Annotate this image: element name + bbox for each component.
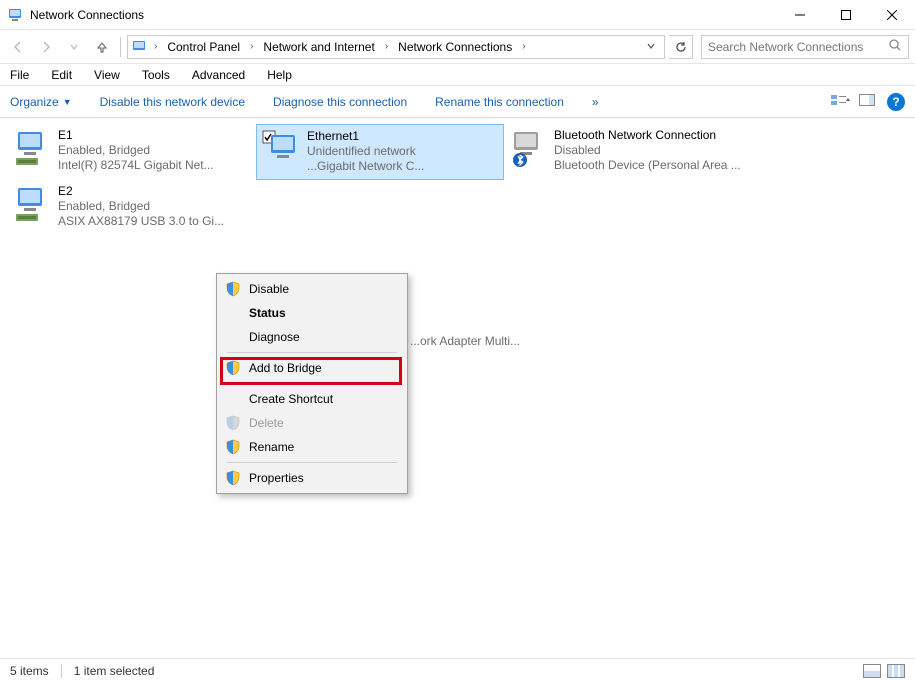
up-button[interactable] xyxy=(90,35,114,59)
window-title: Network Connections xyxy=(30,8,777,22)
close-button[interactable] xyxy=(869,0,915,30)
separator xyxy=(227,383,397,384)
search-placeholder: Search Network Connections xyxy=(708,40,863,54)
shield-icon xyxy=(225,415,241,431)
shield-icon xyxy=(225,281,241,297)
connection-device: ASIX AX88179 USB 3.0 to Gi... xyxy=(58,214,224,229)
chevron-right-icon: › xyxy=(246,41,257,52)
ctx-rename[interactable]: Rename xyxy=(219,435,405,459)
window-controls xyxy=(777,0,915,30)
recent-dropdown[interactable] xyxy=(62,35,86,59)
connection-status: Unidentified network xyxy=(307,144,424,159)
search-icon xyxy=(888,38,902,55)
chevron-right-icon: › xyxy=(381,41,392,52)
menu-edit[interactable]: Edit xyxy=(47,66,76,84)
toolbar: Organize▼ Disable this network device Di… xyxy=(0,86,915,118)
refresh-button[interactable] xyxy=(669,35,693,59)
chevron-right-icon: › xyxy=(518,41,529,52)
address-bar[interactable]: › Control Panel › Network and Internet ›… xyxy=(127,35,665,59)
shield-icon xyxy=(225,439,241,455)
connection-device: Intel(R) 82574L Gigabit Net... xyxy=(58,158,214,173)
menu-file[interactable]: File xyxy=(6,66,33,84)
maximize-button[interactable] xyxy=(823,0,869,30)
selection-count: 1 item selected xyxy=(74,664,155,678)
overflow-button[interactable]: » xyxy=(592,95,599,109)
connection-device: ...Gigabit Network C... xyxy=(307,159,424,174)
location-icon xyxy=(132,39,148,55)
network-adapter-icon xyxy=(12,128,52,168)
connection-item[interactable]: E1 Enabled, Bridged Intel(R) 82574L Giga… xyxy=(8,124,256,180)
connection-name: Ethernet1 xyxy=(307,129,424,144)
app-icon xyxy=(8,7,24,23)
nav-bar: › Control Panel › Network and Internet ›… xyxy=(0,30,915,64)
connection-device-fragment: ...ork Adapter Multi... xyxy=(410,334,520,348)
menu-advanced[interactable]: Advanced xyxy=(188,66,249,84)
ctx-status[interactable]: Status xyxy=(219,301,405,325)
menu-view[interactable]: View xyxy=(90,66,124,84)
connection-status: Enabled, Bridged xyxy=(58,143,214,158)
large-icons-view-icon[interactable] xyxy=(887,664,905,678)
connection-item[interactable]: Bluetooth Network Connection Disabled Bl… xyxy=(504,124,752,180)
help-icon[interactable]: ? xyxy=(887,93,905,111)
minimize-button[interactable] xyxy=(777,0,823,30)
disable-device-button[interactable]: Disable this network device xyxy=(100,95,245,109)
connection-name: E1 xyxy=(58,128,214,143)
menu-bar: File Edit View Tools Advanced Help xyxy=(0,64,915,86)
ctx-diagnose[interactable]: Diagnose xyxy=(219,325,405,349)
search-input[interactable]: Search Network Connections xyxy=(701,35,909,59)
forward-button[interactable] xyxy=(34,35,58,59)
item-count: 5 items xyxy=(10,664,49,678)
ctx-disable[interactable]: Disable xyxy=(219,277,405,301)
ctx-add-to-bridge[interactable]: Add to Bridge xyxy=(219,356,405,380)
menu-tools[interactable]: Tools xyxy=(138,66,174,84)
rename-button[interactable]: Rename this connection xyxy=(435,95,564,109)
connection-device: Bluetooth Device (Personal Area ... xyxy=(554,158,741,173)
status-bar: 5 items 1 item selected xyxy=(0,658,915,682)
content-area: E1 Enabled, Bridged Intel(R) 82574L Giga… xyxy=(0,118,915,658)
breadcrumb-item[interactable]: Control Panel xyxy=(163,40,244,54)
title-bar: Network Connections xyxy=(0,0,915,30)
connection-item[interactable]: E2 Enabled, Bridged ASIX AX88179 USB 3.0… xyxy=(8,180,256,236)
breadcrumb-item[interactable]: Network and Internet xyxy=(259,40,378,54)
connection-status: Disabled xyxy=(554,143,741,158)
preview-pane-icon[interactable] xyxy=(859,94,875,110)
address-dropdown[interactable] xyxy=(642,40,660,54)
menu-help[interactable]: Help xyxy=(263,66,296,84)
ctx-delete: Delete xyxy=(219,411,405,435)
ctx-create-shortcut[interactable]: Create Shortcut xyxy=(219,387,405,411)
ctx-properties[interactable]: Properties xyxy=(219,466,405,490)
context-menu: Disable Status Diagnose Add to Bridge Cr… xyxy=(216,273,408,494)
view-options-icon[interactable] xyxy=(831,94,847,110)
bluetooth-adapter-icon xyxy=(508,128,548,168)
connection-status: Enabled, Bridged xyxy=(58,199,224,214)
connection-item-selected[interactable]: Ethernet1 Unidentified network ...Gigabi… xyxy=(256,124,504,180)
chevron-right-icon: › xyxy=(150,41,161,52)
connection-name: E2 xyxy=(58,184,224,199)
separator xyxy=(227,462,397,463)
organize-button[interactable]: Organize▼ xyxy=(10,95,72,109)
network-adapter-icon xyxy=(261,129,301,169)
diagnose-button[interactable]: Diagnose this connection xyxy=(273,95,407,109)
separator xyxy=(227,352,397,353)
network-adapter-icon xyxy=(12,184,52,224)
shield-icon xyxy=(225,360,241,376)
details-view-icon[interactable] xyxy=(863,664,881,678)
shield-icon xyxy=(225,470,241,486)
breadcrumb-item[interactable]: Network Connections xyxy=(394,40,516,54)
connection-name: Bluetooth Network Connection xyxy=(554,128,741,143)
back-button[interactable] xyxy=(6,35,30,59)
